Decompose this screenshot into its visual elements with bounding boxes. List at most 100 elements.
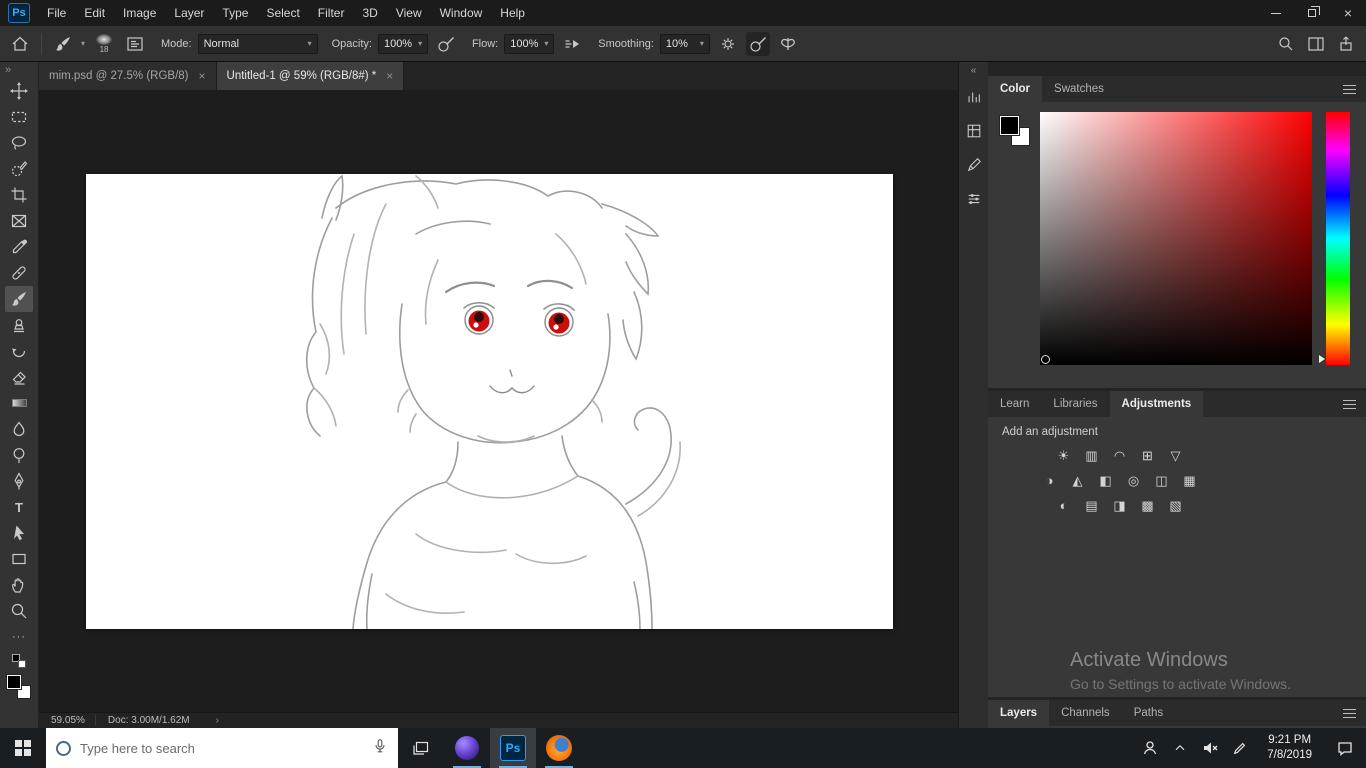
invert-icon[interactable]: ◐ xyxy=(1055,497,1073,513)
tab-color[interactable]: Color xyxy=(988,76,1043,102)
menu-filter[interactable]: Filter xyxy=(309,0,354,26)
canvas-area[interactable] xyxy=(39,90,958,712)
vibrance-icon[interactable]: ▽ xyxy=(1167,447,1185,463)
threshold-icon[interactable]: ◨ xyxy=(1111,497,1129,513)
tab-adjustments[interactable]: Adjustments xyxy=(1109,391,1204,417)
gear-icon[interactable] xyxy=(716,32,740,56)
zoom-level[interactable]: 59.05% xyxy=(51,715,96,726)
microphone-icon[interactable] xyxy=(372,738,388,759)
eyedropper-tool[interactable] xyxy=(5,234,33,260)
photo-filter-icon[interactable]: ◎ xyxy=(1125,472,1143,488)
action-center-icon[interactable] xyxy=(1324,728,1366,768)
curves-icon[interactable]: ◠ xyxy=(1111,447,1129,463)
history-brush-tool[interactable] xyxy=(5,338,33,364)
pressure-size-icon[interactable] xyxy=(745,31,770,56)
posterize-icon[interactable]: ▤ xyxy=(1083,497,1101,513)
taskbar-search[interactable] xyxy=(46,728,398,768)
color-fg-bg-swatch[interactable] xyxy=(1000,116,1030,146)
expand-panels-chevron-icon[interactable]: « xyxy=(971,62,977,80)
tab-libraries[interactable]: Libraries xyxy=(1041,391,1109,417)
exposure-icon[interactable]: ⊞ xyxy=(1139,447,1157,463)
brush-preset-icon[interactable] xyxy=(51,32,75,56)
close-tab-icon[interactable]: × xyxy=(199,69,206,83)
close-button[interactable]: × xyxy=(1330,0,1366,26)
photoshop-logo-icon[interactable]: Ps xyxy=(0,0,38,26)
glyphs-panel-icon[interactable] xyxy=(962,85,986,109)
taskbar-app-purple[interactable] xyxy=(444,728,490,768)
document-tab-mim[interactable]: mim.psd @ 27.5% (RGB/8) × xyxy=(39,62,217,90)
eraser-tool[interactable] xyxy=(5,364,33,390)
tab-learn[interactable]: Learn xyxy=(988,391,1041,417)
tab-swatches[interactable]: Swatches xyxy=(1042,76,1116,102)
home-icon[interactable] xyxy=(8,32,32,56)
menu-layer[interactable]: Layer xyxy=(165,0,213,26)
panel-menu-button[interactable] xyxy=(1333,391,1366,417)
foreground-color-swatch[interactable] xyxy=(1000,116,1019,135)
spot-healing-brush-tool[interactable] xyxy=(5,260,33,286)
pen-tool[interactable] xyxy=(5,468,33,494)
start-button[interactable] xyxy=(0,728,46,768)
pressure-opacity-icon[interactable] xyxy=(434,32,458,56)
status-chevron-icon[interactable]: › xyxy=(216,715,219,726)
dodge-tool[interactable] xyxy=(5,442,33,468)
menu-type[interactable]: Type xyxy=(213,0,257,26)
move-tool[interactable] xyxy=(5,78,33,104)
color-picker-cursor[interactable] xyxy=(1041,355,1050,364)
default-colors-icon[interactable] xyxy=(12,654,26,668)
taskbar-clock[interactable]: 9:21 PM 7/8/2019 xyxy=(1255,728,1324,768)
brush-settings-panel-icon[interactable] xyxy=(962,153,986,177)
share-icon[interactable] xyxy=(1334,32,1358,56)
quick-selection-tool[interactable] xyxy=(5,156,33,182)
symmetry-butterfly-icon[interactable] xyxy=(776,32,800,56)
task-view-button[interactable] xyxy=(398,728,444,768)
tool-presets-panel-icon[interactable] xyxy=(962,187,986,211)
saturation-brightness-field[interactable] xyxy=(1040,112,1312,365)
levels-icon[interactable]: ▥ xyxy=(1083,447,1101,463)
taskbar-firefox[interactable] xyxy=(536,728,582,768)
foreground-background-swatches[interactable] xyxy=(6,674,32,700)
minimize-button[interactable] xyxy=(1258,0,1294,26)
menu-window[interactable]: Window xyxy=(431,0,492,26)
panel-menu-button[interactable] xyxy=(1333,76,1366,102)
search-icon[interactable] xyxy=(1274,32,1298,56)
opacity-select[interactable]: 100% ▾ xyxy=(377,33,428,54)
toggle-brush-settings-icon[interactable] xyxy=(123,32,147,56)
hue-saturation-icon[interactable]: ◑ xyxy=(1041,472,1059,488)
menu-file[interactable]: File xyxy=(38,0,75,26)
tab-paths[interactable]: Paths xyxy=(1122,700,1175,726)
document-tab-untitled[interactable]: Untitled-1 @ 59% (RGB/8#) * × xyxy=(216,62,405,90)
crop-tool[interactable] xyxy=(5,182,33,208)
blend-mode-select[interactable]: Normal ▾ xyxy=(197,33,318,54)
black-white-icon[interactable]: ◧ xyxy=(1097,472,1115,488)
taskbar-photoshop[interactable]: Ps xyxy=(490,728,536,768)
volume-muted-icon[interactable] xyxy=(1195,728,1225,768)
frame-tool[interactable] xyxy=(5,208,33,234)
menu-select[interactable]: Select xyxy=(257,0,308,26)
people-icon[interactable] xyxy=(1135,728,1165,768)
tab-layers[interactable]: Layers xyxy=(988,700,1050,726)
menu-view[interactable]: View xyxy=(387,0,431,26)
gradient-tool[interactable] xyxy=(5,390,33,416)
caret-down-icon[interactable]: ▾ xyxy=(81,39,85,48)
lasso-tool[interactable] xyxy=(5,130,33,156)
path-selection-tool[interactable] xyxy=(5,520,33,546)
workspace-switcher-icon[interactable] xyxy=(1304,32,1328,56)
rectangular-marquee-tool[interactable] xyxy=(5,104,33,130)
channel-mixer-icon[interactable]: ◫ xyxy=(1153,472,1171,488)
type-tool[interactable]: T xyxy=(5,494,33,520)
hue-slider-marker[interactable] xyxy=(1319,355,1325,363)
cortana-icon[interactable] xyxy=(56,740,71,756)
close-tab-icon[interactable]: × xyxy=(386,69,393,83)
brush-tool[interactable] xyxy=(5,286,33,312)
menu-3d[interactable]: 3D xyxy=(353,0,386,26)
brush-tip-preview[interactable]: 18 xyxy=(91,33,117,54)
toolbar-collapse-chevron-icon[interactable]: » xyxy=(0,62,16,78)
smoothing-select[interactable]: 10% ▾ xyxy=(659,33,710,54)
flow-select[interactable]: 100% ▾ xyxy=(504,33,555,54)
selective-color-icon[interactable]: ▩ xyxy=(1139,497,1157,513)
clone-source-panel-icon[interactable] xyxy=(962,119,986,143)
document-canvas[interactable] xyxy=(86,174,893,629)
pen-tray-icon[interactable] xyxy=(1225,728,1255,768)
panel-menu-button[interactable] xyxy=(1333,700,1366,726)
search-input[interactable] xyxy=(80,740,363,756)
